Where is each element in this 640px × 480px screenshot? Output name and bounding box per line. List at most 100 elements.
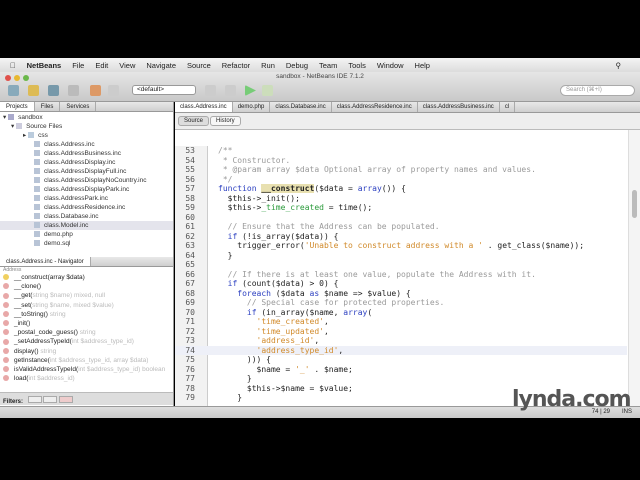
editor-toolbar: Source History — [175, 113, 640, 130]
navigator-tab[interactable]: class.Address.inc - Navigator — [0, 257, 91, 266]
editor-tab[interactable]: class.Address.inc — [175, 102, 233, 112]
navigator-item[interactable]: getInstance(int $address_type_id, array … — [0, 356, 173, 365]
tree-file[interactable]: class.AddressResidence.inc — [0, 203, 173, 212]
line-number: 73 — [185, 336, 195, 345]
navigator-item[interactable]: display() string — [0, 347, 173, 356]
configuration-select[interactable]: <default> — [132, 85, 196, 95]
clean-build-icon[interactable] — [225, 85, 236, 96]
menu-refactor[interactable]: Refactor — [222, 61, 250, 70]
navigator-item[interactable]: __get(string $name) mixed, null — [0, 291, 173, 300]
code-line: 60 — [175, 213, 627, 223]
editor-tab[interactable]: class.Database.inc — [270, 102, 332, 112]
file-icon — [34, 141, 40, 148]
left-panel: Projects Files Services ▾ sandbox ▾ Source… — [0, 102, 174, 406]
menu-file[interactable]: File — [72, 61, 84, 70]
file-icon — [34, 195, 40, 202]
navigator-item[interactable]: isValidAddressTypeId(int $address_type_i… — [0, 365, 173, 374]
navigator-item[interactable]: _init() — [0, 319, 173, 328]
code-token: * Constructor. — [218, 155, 291, 165]
code-line: 56 */ — [175, 175, 627, 185]
tree-file[interactable]: class.Database.inc — [0, 212, 173, 221]
code-token: array — [357, 184, 382, 193]
menu-debug[interactable]: Debug — [286, 61, 308, 70]
navigator-item[interactable]: __construct(array $data) — [0, 273, 173, 282]
navigator-item[interactable]: __toString() string — [0, 310, 173, 319]
save-all-icon[interactable] — [68, 85, 79, 96]
tree-file[interactable]: class.AddressDisplayFull.inc — [0, 167, 173, 176]
tree-file[interactable]: class.AddressBusiness.inc — [0, 149, 173, 158]
code-token: , — [314, 336, 320, 345]
scroll-thumb[interactable] — [632, 190, 637, 218]
menu-window[interactable]: Window — [377, 61, 404, 70]
navigator-item[interactable]: load(int $address_id) — [0, 374, 173, 383]
tree-source-files[interactable]: ▾ Source Files — [0, 122, 173, 131]
tree-file[interactable]: demo.php — [0, 230, 173, 239]
apple-icon[interactable]:  — [10, 61, 16, 70]
tree-folder-css[interactable]: ▸ css — [0, 131, 173, 140]
tree-file[interactable]: class.AddressDisplayNoCountry.inc — [0, 176, 173, 185]
menu-team[interactable]: Team — [319, 61, 337, 70]
code-token: (!is_array($data)) { — [242, 231, 339, 241]
editor-tab[interactable]: class.AddressResidence.inc — [332, 102, 418, 112]
code-token: } — [218, 374, 252, 383]
line-number: 79 — [185, 393, 195, 402]
editor-tab[interactable]: class.AddressBusiness.inc — [418, 102, 500, 112]
filter-static-button[interactable] — [43, 396, 58, 403]
navigator-panel: class.Address.inc - Navigator Address __… — [0, 257, 173, 405]
tree-file[interactable]: demo.sql — [0, 239, 173, 248]
tree-file[interactable]: class.Model.inc — [0, 221, 173, 230]
tree-file[interactable]: class.AddressDisplay.inc — [0, 158, 173, 167]
editor-scrollbar[interactable] — [628, 130, 640, 406]
tree-file[interactable]: class.AddressPark.inc — [0, 194, 173, 203]
tree-file[interactable]: class.Address.inc — [0, 140, 173, 149]
code-token: 'time_updated' — [218, 326, 324, 336]
method-icon — [3, 329, 9, 336]
menu-edit[interactable]: Edit — [95, 61, 108, 70]
code-token: . $name; — [309, 364, 353, 374]
code-line: 65 — [175, 260, 627, 270]
menu-view[interactable]: View — [119, 61, 135, 70]
search-input[interactable]: Search (⌘+I) — [560, 85, 635, 96]
editor-tab[interactable]: cl — [500, 102, 516, 112]
debug-icon[interactable] — [262, 85, 273, 96]
menu-app[interactable]: NetBeans — [27, 61, 62, 70]
tab-projects[interactable]: Projects — [0, 102, 35, 111]
code-token: // If there is at least one value, popul… — [218, 269, 536, 279]
spotlight-icon[interactable]: ⚲ — [616, 61, 622, 70]
menu-tools[interactable]: Tools — [348, 61, 366, 70]
undo-icon[interactable] — [90, 85, 101, 96]
open-project-icon[interactable] — [48, 85, 59, 96]
menu-help[interactable]: Help — [415, 61, 430, 70]
new-project-icon[interactable] — [8, 85, 19, 96]
project-tree: ▾ sandbox ▾ Source Files ▸ css class.Add… — [0, 112, 173, 247]
code-token: 'time_created' — [218, 317, 324, 326]
run-icon[interactable] — [245, 85, 256, 96]
menu-source[interactable]: Source — [187, 61, 211, 70]
tree-file[interactable]: class.AddressDisplayPark.inc — [0, 185, 173, 194]
menu-navigate[interactable]: Navigate — [146, 61, 176, 70]
tree-project[interactable]: ▾ sandbox — [0, 113, 173, 122]
code-token: 'address_id' — [218, 336, 315, 345]
new-file-icon[interactable] — [28, 85, 39, 96]
build-icon[interactable] — [205, 85, 216, 96]
tab-services[interactable]: Services — [60, 102, 97, 111]
tab-files[interactable]: Files — [35, 102, 61, 111]
code-token: __construct — [261, 184, 315, 193]
filter-nonpublic-button[interactable] — [59, 396, 74, 403]
navigator-item[interactable]: __set(string $name, mixed $value) — [0, 301, 173, 310]
file-icon — [34, 204, 40, 211]
source-button[interactable]: Source — [178, 116, 210, 126]
navigator-item[interactable]: _postal_code_guess() string — [0, 328, 173, 337]
file-icon — [34, 150, 40, 157]
redo-icon[interactable] — [108, 85, 119, 96]
navigator-item[interactable]: __clone() — [0, 282, 173, 291]
menu-run[interactable]: Run — [261, 61, 275, 70]
constructor-icon — [3, 274, 9, 281]
history-button[interactable]: History — [210, 116, 241, 126]
filter-fields-button[interactable] — [27, 396, 42, 403]
code-line: 55 * @param array $data Optional array o… — [175, 165, 627, 175]
editor-tab[interactable]: demo.php — [233, 102, 271, 112]
code-area[interactable]: 53/** 54 * Constructor. 55 * @param array … — [175, 146, 627, 403]
navigator-item[interactable]: _setAddressTypeId(int $address_type_id) — [0, 337, 173, 346]
code-token: $name => $value) { — [319, 288, 411, 298]
